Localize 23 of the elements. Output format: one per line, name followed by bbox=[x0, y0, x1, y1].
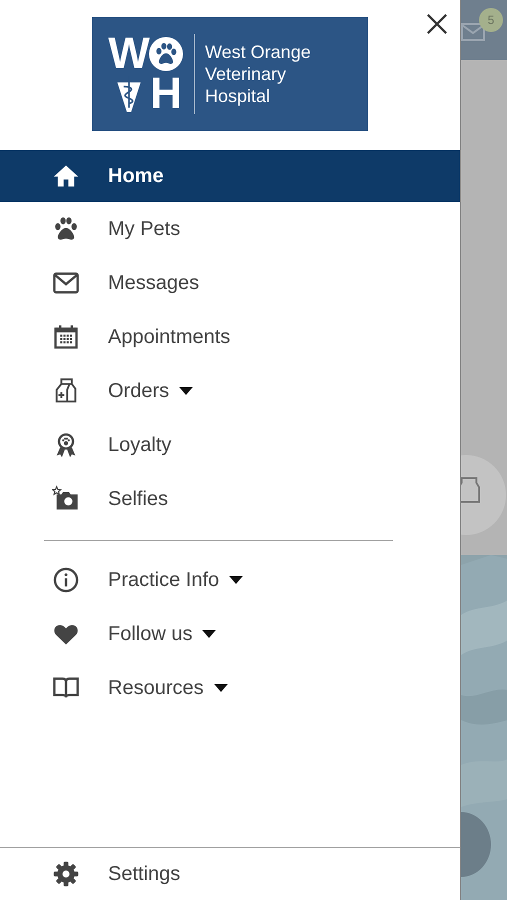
logo-letter: W bbox=[108, 35, 150, 73]
close-icon[interactable] bbox=[426, 13, 448, 35]
settings-item[interactable]: Settings bbox=[0, 847, 460, 900]
envelope-icon[interactable] bbox=[461, 22, 485, 42]
menu-item[interactable]: Selfies bbox=[0, 472, 460, 526]
menu-item[interactable]: Practice Info bbox=[0, 553, 460, 607]
hospital-name-line: Veterinary bbox=[205, 63, 288, 85]
menu-item[interactable]: Resources bbox=[0, 661, 460, 715]
logo-letter: H bbox=[150, 75, 182, 113]
paw-circle-icon bbox=[149, 37, 183, 71]
hospital-name-line: Hospital bbox=[205, 85, 272, 107]
hospital-name-line: West Orange bbox=[205, 41, 311, 63]
menu-item[interactable]: Orders bbox=[0, 364, 460, 418]
menu-item[interactable]: Follow us bbox=[0, 607, 460, 661]
settings-icon bbox=[52, 860, 80, 888]
message-count-badge: 5 bbox=[479, 8, 503, 32]
calendar-icon bbox=[52, 323, 80, 351]
menu-item[interactable]: Home bbox=[0, 150, 460, 202]
info-icon bbox=[52, 566, 80, 594]
menu-item[interactable]: Appointments bbox=[0, 310, 460, 364]
menu-item[interactable]: Messages bbox=[0, 256, 460, 310]
menu-item[interactable]: Loyalty bbox=[0, 418, 460, 472]
menu-item[interactable]: My Pets bbox=[0, 202, 460, 256]
